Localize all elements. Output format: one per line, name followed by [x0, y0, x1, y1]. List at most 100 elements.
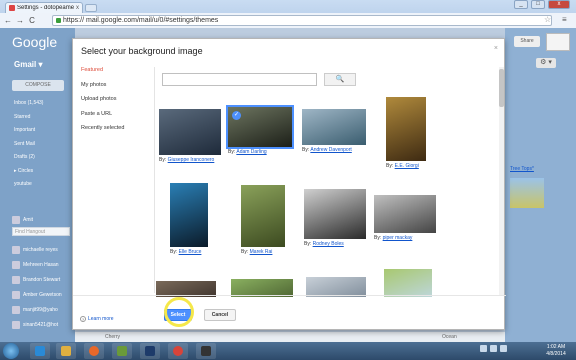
source-upload-photos[interactable]: Upload photos [73, 96, 154, 111]
author-link[interactable]: Giuseppe Iranconero [168, 157, 215, 163]
taskbar-media-app[interactable] [112, 343, 132, 359]
gallery-photo[interactable] [384, 269, 432, 297]
image-search-input[interactable] [162, 73, 317, 86]
photo-thumbnail[interactable] [302, 109, 366, 145]
photo-thumbnail[interactable] [159, 109, 221, 155]
author-link[interactable]: Rodney Boles [313, 241, 344, 247]
share-button[interactable]: Share [514, 36, 540, 47]
photo-thumbnail[interactable] [241, 185, 285, 247]
contact-name: Mehreen Hasan [23, 261, 59, 268]
gallery-photo[interactable]: ✓ By: Adam Darling [226, 105, 294, 157]
photo-thumbnail[interactable] [306, 277, 366, 297]
credit-prefix: By: [304, 241, 312, 247]
avatar [12, 290, 20, 299]
chat-search-input[interactable]: Find Hangout [12, 227, 70, 236]
taskbar-photoshop-app[interactable] [140, 343, 160, 359]
author-link[interactable]: Elle Bruce [179, 249, 202, 255]
learn-more-link[interactable]: ? Learn more [80, 316, 114, 322]
author-link[interactable]: Andrew Davenport [310, 147, 351, 153]
chat-contact[interactable]: Amber Gewetson [12, 287, 74, 302]
chat-contact[interactable]: michaelle reyes [12, 242, 74, 257]
taskbar-chrome-app[interactable] [168, 343, 188, 359]
forward-button[interactable]: → [16, 16, 24, 25]
browser-tab[interactable]: Settings - dotopeamer@g... x [5, 2, 83, 13]
photo-thumbnail[interactable] [304, 189, 366, 239]
account-avatar[interactable] [546, 33, 570, 51]
dialog-source-menu: Featured My photos Upload photos Paste a… [73, 67, 155, 293]
taskbar-ie-app[interactable] [30, 343, 50, 359]
volume-icon[interactable] [490, 345, 497, 352]
network-icon[interactable] [480, 345, 487, 352]
source-paste-url[interactable]: Paste a URL [73, 111, 154, 126]
bookmark-star-icon[interactable]: ☆ [544, 15, 551, 24]
folder-inbox[interactable]: Inbox (1,543) [14, 100, 43, 114]
back-button[interactable]: ← [4, 16, 12, 25]
address-bar[interactable]: https://mail.google.com/mail/u/0/#settin… [52, 15, 552, 26]
compose-button[interactable]: COMPOSE [12, 80, 64, 91]
gallery-photo[interactable] [306, 277, 366, 297]
folder-youtube[interactable]: youtube [14, 181, 43, 195]
theme-thumbnail[interactable] [510, 178, 544, 208]
contact-name: sinan5421@hot [23, 321, 59, 328]
author-link[interactable]: piper mackay [383, 235, 413, 241]
tab-close-icon[interactable]: x [76, 5, 79, 11]
source-my-photos[interactable]: My photos [73, 82, 154, 97]
author-link[interactable]: Marek Rai [250, 249, 273, 255]
chat-current-user[interactable]: Amit [12, 212, 74, 227]
help-icon: ? [80, 316, 86, 322]
gmail-menu-label[interactable]: Gmail ▾ [14, 60, 42, 69]
folder-important[interactable]: Important [14, 127, 43, 141]
folder-sent[interactable]: Sent Mail [14, 141, 43, 155]
theme-tree-tops-link[interactable]: Tree Tops* [510, 166, 534, 172]
photo-credit: By: Marek Rai [241, 249, 272, 255]
reload-button[interactable]: C [28, 16, 36, 25]
gallery-photo[interactable]: By: Elle Bruce [170, 183, 208, 257]
author-link[interactable]: E.E. Giorgi [395, 163, 419, 169]
photoshop-icon [145, 346, 155, 356]
folder-drafts[interactable]: Drafts (2) [14, 154, 43, 168]
chat-contact[interactable]: manjit99@yaho [12, 302, 74, 317]
settings-gear-icon[interactable]: ⚙ ▾ [536, 58, 556, 68]
folder-starred[interactable]: Starred [14, 114, 43, 128]
contact-name: Amber Gewetson [23, 291, 62, 298]
close-window-button[interactable]: x [548, 0, 570, 9]
taskbar-explorer-app[interactable] [56, 343, 76, 359]
chat-contact[interactable]: Mehreen Hasan [12, 257, 74, 272]
taskbar-app[interactable] [196, 343, 216, 359]
photo-thumbnail[interactable] [384, 269, 432, 297]
gallery-photo[interactable]: By: Rodney Boles [304, 189, 366, 249]
source-featured[interactable]: Featured [73, 67, 154, 82]
photo-credit: By: Adam Darling [228, 149, 267, 155]
photo-thumbnail[interactable] [386, 97, 426, 161]
taskbar-firefox-app[interactable] [84, 343, 104, 359]
source-recently-selected[interactable]: Recently selected [73, 125, 154, 140]
background-image-dialog: Select your background image × Featured … [72, 38, 506, 330]
gallery-photo[interactable]: By: Marek Rai [241, 185, 285, 257]
search-button[interactable]: 🔍 [324, 73, 356, 86]
maximize-button[interactable]: □ [531, 0, 545, 9]
minimize-button[interactable]: _ [514, 0, 528, 9]
chat-contact[interactable]: sinan5421@hot [12, 317, 74, 332]
gallery-photo[interactable]: By: E.E. Giorgi [386, 97, 426, 171]
gallery-photo[interactable]: By: Andrew Davenport [302, 109, 366, 155]
gallery-photo[interactable]: By: Giuseppe Iranconero [159, 109, 221, 165]
new-tab-button[interactable] [85, 4, 97, 12]
gallery-photo[interactable]: By: piper mackay [374, 195, 436, 243]
folder-circles[interactable]: ▸ Circles [14, 168, 43, 182]
chat-contact[interactable]: Brandon Stewart [12, 272, 74, 287]
photo-thumbnail[interactable] [170, 183, 208, 247]
photo-thumbnail[interactable] [374, 195, 436, 233]
avatar [12, 245, 20, 254]
scrollbar-thumb[interactable] [499, 69, 504, 107]
close-icon[interactable]: × [494, 45, 498, 52]
photo-credit: By: E.E. Giorgi [386, 163, 419, 169]
chat-user-name: Amit [23, 216, 33, 223]
system-clock[interactable]: 1:02 AM 4/8/2014 [538, 344, 574, 358]
cancel-button[interactable]: Cancel [204, 309, 236, 321]
start-button[interactable] [3, 343, 19, 359]
contact-name: Brandon Stewart [23, 276, 61, 283]
flag-icon[interactable] [500, 345, 507, 352]
author-link[interactable]: Adam Darling [236, 149, 266, 155]
chat-panel: Amit Find Hangout michaelle reyes Mehree… [12, 212, 74, 332]
browser-menu-icon[interactable]: ≡ [562, 15, 567, 24]
